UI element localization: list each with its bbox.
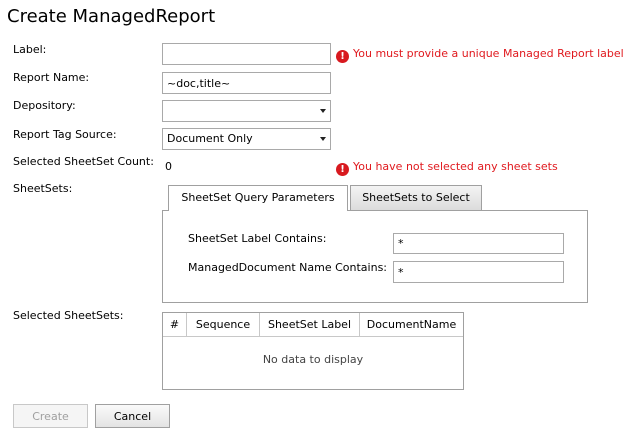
grid-empty-text: No data to display xyxy=(262,353,364,366)
sheetsets-caption: SheetSets: xyxy=(13,182,73,195)
depository-caption: Depository: xyxy=(13,99,76,112)
tab-sheetset-query-parameters[interactable]: SheetSet Query Parameters xyxy=(168,185,348,211)
sheetset-count-error-text: You have not selected any sheet sets xyxy=(353,160,558,173)
grid-header: # Sequence SheetSet Label DocumentName xyxy=(163,313,463,337)
grid-header-sheetset-label[interactable]: SheetSet Label xyxy=(260,313,360,336)
report-tag-source-select[interactable]: Document Only xyxy=(162,128,331,150)
sheetset-count-error: ! You have not selected any sheet sets xyxy=(336,160,558,176)
error-icon: ! xyxy=(336,50,349,63)
page-title: Create ManagedReport xyxy=(7,6,216,27)
create-button[interactable]: Create xyxy=(13,404,88,428)
selected-sheetsets-grid: # Sequence SheetSet Label DocumentName N… xyxy=(162,312,464,390)
grid-header-document-name[interactable]: DocumentName xyxy=(360,313,463,336)
selected-sheetset-count-caption: Selected SheetSet Count: xyxy=(13,155,154,168)
report-tag-source-selected: Document Only xyxy=(167,132,253,145)
selected-sheetsets-caption: Selected SheetSets: xyxy=(13,309,124,322)
sheetset-label-contains-caption: SheetSet Label Contains: xyxy=(188,232,327,245)
selected-sheetset-count-value: 0 xyxy=(165,160,172,173)
report-tag-source-caption: Report Tag Source: xyxy=(13,128,117,141)
chevron-down-icon[interactable] xyxy=(320,137,326,141)
doc-name-contains-caption: ManagedDocument Name Contains: xyxy=(188,261,388,274)
cancel-button[interactable]: Cancel xyxy=(95,404,170,428)
chevron-down-icon[interactable] xyxy=(320,109,326,113)
tab-sheetsets-to-select[interactable]: SheetSets to Select xyxy=(350,185,482,210)
report-name-input[interactable] xyxy=(162,72,331,94)
label-error-text: You must provide a unique Managed Report… xyxy=(353,47,624,60)
label-error: ! You must provide a unique Managed Repor… xyxy=(336,47,624,63)
error-icon: ! xyxy=(336,163,349,176)
label-caption: Label: xyxy=(13,43,47,56)
depository-select[interactable] xyxy=(162,100,331,122)
label-input[interactable] xyxy=(162,43,331,65)
report-name-caption: Report Name: xyxy=(13,71,90,84)
grid-header-index[interactable]: # xyxy=(163,313,187,336)
doc-name-contains-input[interactable] xyxy=(393,261,564,283)
grid-header-sequence[interactable]: Sequence xyxy=(187,313,260,336)
query-parameters-panel: SheetSet Label Contains: ManagedDocument… xyxy=(162,210,588,303)
sheetset-label-contains-input[interactable] xyxy=(393,233,564,254)
